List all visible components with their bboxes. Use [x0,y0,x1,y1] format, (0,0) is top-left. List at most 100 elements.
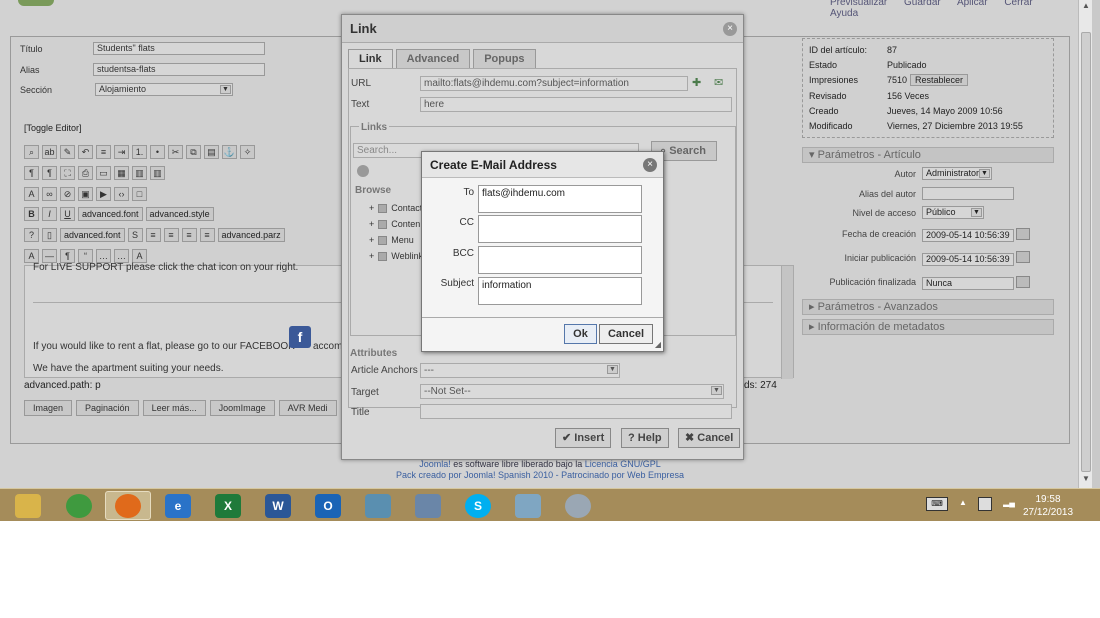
taskbar-network[interactable] [355,491,401,520]
title-input[interactable] [420,404,732,419]
taskbar-clock[interactable]: 19:58 27/12/2013 [1018,493,1078,519]
taskbar-skype[interactable]: S [455,491,501,520]
seccion-select[interactable]: Alojamiento ▼ [95,83,233,96]
new-doc-icon[interactable]: ▯ [42,228,57,242]
reset-impressions-button[interactable]: Restablecer [910,74,969,86]
fecha-input[interactable]: 2009-05-14 10:56:39 [922,229,1014,242]
print-icon[interactable]: ⎙ [78,166,93,180]
cc-input[interactable] [478,215,642,243]
font-style-select[interactable]: advanced.style [145,207,214,221]
alias-autor-input[interactable] [922,187,1014,200]
target-select[interactable]: --Not Set-- ▼ [420,384,724,399]
layer-icon[interactable]: ▭ [96,166,111,180]
joomimage-button[interactable]: JoomImage [209,400,275,416]
insert-button[interactable]: ✔ Insert [555,428,612,448]
read-more-button[interactable]: Leer más... [142,400,206,416]
find-icon[interactable]: ⌕ [24,145,39,159]
email-icon[interactable]: ✉ [714,77,728,89]
tree-item-content[interactable]: + Conten [369,219,420,229]
close-icon[interactable]: × [643,158,657,172]
apply-link[interactable]: Aplicar [957,0,988,8]
acronym-icon[interactable]: … [114,249,129,263]
preview-icon[interactable]: □ [132,187,147,201]
taskbar-chrome[interactable] [56,491,102,520]
resize-grip-icon[interactable]: ◢ [655,340,661,349]
abbr-icon[interactable]: … [96,249,111,263]
bold-icon[interactable]: B [24,207,39,221]
column-icon[interactable]: ▥ [150,166,165,180]
taskbar-firefox[interactable] [105,491,151,520]
license-link[interactable]: Licencia GNU/GPL [585,459,661,469]
undo-icon[interactable]: ↶ [78,145,93,159]
ordered-list-icon[interactable]: 1. [132,145,147,159]
rtl-icon[interactable]: ¶ [42,166,57,180]
cancel-button[interactable]: ✖ Cancel [678,428,741,448]
pagination-button[interactable]: Paginación [76,400,139,416]
scrollbar-thumb[interactable] [1081,32,1091,472]
tree-item-weblink[interactable]: + Weblink [369,251,423,261]
font-family-select[interactable]: advanced.font [78,207,143,221]
avr-media-button[interactable]: AVR Medi [278,400,337,416]
to-input[interactable]: flats@ihdemu.com [478,185,642,213]
autor-select[interactable]: Administrator ▼ [922,167,992,180]
copy-icon[interactable]: ⧉ [186,145,201,159]
calendar-icon[interactable] [1016,251,1030,263]
highlight-icon[interactable]: ✎ [60,145,75,159]
anchors-select[interactable]: --- ▼ [420,363,620,378]
close-link[interactable]: Cerrar [1004,0,1032,8]
unlink-icon[interactable]: ⊘ [60,187,75,201]
help-button[interactable]: ? Help [621,428,669,448]
preview-link[interactable]: Previsualizar [830,0,887,8]
taskbar-outlook[interactable]: O [305,491,351,520]
ok-button[interactable]: Ok [564,324,597,344]
joomla-link[interactable]: Joomla! [419,459,451,469]
titulo-input[interactable]: Students" flats [93,42,265,55]
tree-item-menu[interactable]: + Menu [369,235,414,245]
help-icon[interactable]: ? [24,228,39,242]
taskbar-paint[interactable] [555,491,601,520]
image-icon[interactable]: ▣ [78,187,93,201]
underline-icon[interactable]: U [60,207,75,221]
toggle-editor-link[interactable]: [Toggle Editor] [24,123,82,133]
editor-scrollbar[interactable] [781,266,793,379]
save-link[interactable]: Guardar [904,0,941,8]
inicio-input[interactable]: 2009-05-14 10:56:39 [922,253,1014,266]
add-email-icon[interactable]: ✚ [692,77,706,89]
scroll-down-icon[interactable]: ▼ [1081,474,1091,486]
paste-icon[interactable]: ▤ [204,145,219,159]
strikethrough-icon[interactable]: S [127,228,143,242]
citation-icon[interactable]: “ [78,249,93,263]
url-input[interactable]: mailto:flats@ihdemu.com?subject=informat… [420,76,688,91]
params-article-header[interactable]: ▾ Parámetros - Artículo [802,147,1054,163]
scroll-up-icon[interactable]: ▲ [1081,1,1091,13]
justify-icon[interactable]: ≡ [199,228,215,242]
subject-input[interactable]: information [478,277,642,305]
font-color-icon[interactable]: A [24,187,39,201]
row-icon[interactable]: ▥ [132,166,147,180]
bcc-input[interactable] [478,246,642,274]
fullscreen-icon[interactable]: ⛶ [60,166,75,180]
pilcrow-icon[interactable]: ¶ [60,249,75,263]
tab-popups[interactable]: Popups [473,49,536,68]
signal-icon[interactable]: ▂▄ [1002,497,1016,511]
code-icon[interactable]: ‹› [114,187,129,201]
facebook-icon[interactable]: f [289,326,311,348]
align-center-icon[interactable]: ≡ [163,228,179,242]
tray-expand-icon[interactable]: ▲ [958,497,968,511]
help-link[interactable]: Ayuda [830,8,858,19]
link-icon[interactable]: ∞ [42,187,57,201]
email-cancel-button[interactable]: Cancel [599,324,653,344]
indent-icon[interactable]: ⇥ [114,145,129,159]
align-icon[interactable]: ≡ [96,145,111,159]
metadata-header[interactable]: ▸ Información de metadatos [802,319,1054,335]
taskbar-excel[interactable]: X [205,491,251,520]
align-right-icon[interactable]: ≡ [181,228,197,242]
media-icon[interactable]: ▶ [96,187,111,201]
image-button[interactable]: Imagen [24,400,73,416]
keyboard-icon[interactable]: ⌨ [926,497,948,511]
paragraph-select[interactable]: advanced.parz [217,228,285,242]
web-empresa-link[interactable]: Web Empresa [627,470,684,480]
font-size-select[interactable]: advanced.font [60,228,125,242]
taskbar-notepad[interactable] [505,491,551,520]
italic-icon[interactable]: I [42,207,57,221]
